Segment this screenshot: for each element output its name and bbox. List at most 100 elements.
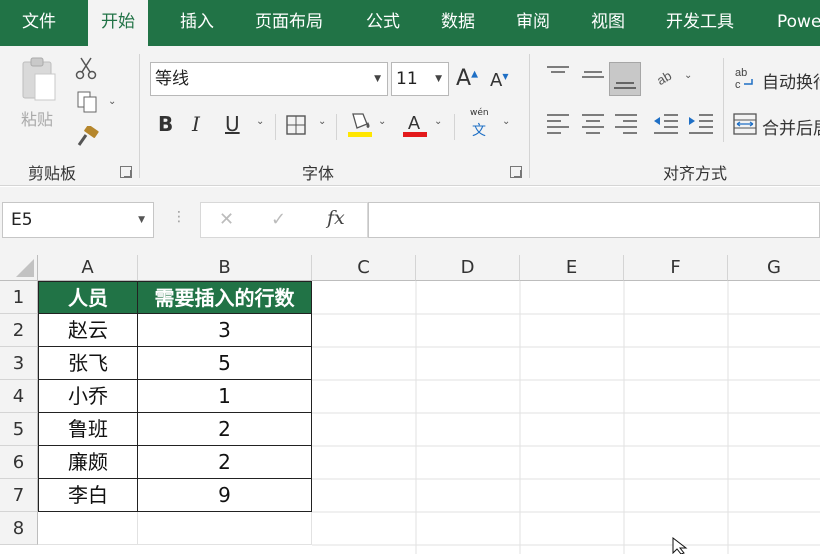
empty-cells-grid[interactable] <box>312 281 820 554</box>
svg-text:A: A <box>408 113 420 133</box>
fill-color-icon[interactable] <box>347 110 373 138</box>
phonetic-guide-icon[interactable]: 文 <box>472 120 486 140</box>
cancel-icon[interactable]: ✕ <box>219 209 234 230</box>
bold-button[interactable]: B <box>158 112 173 136</box>
table-cell[interactable]: 2 <box>138 446 312 479</box>
tab-page-layout[interactable]: 页面布局 <box>255 0 323 46</box>
column-header[interactable]: G <box>728 255 820 281</box>
phonetic-top-label: wén <box>470 108 489 118</box>
font-color-dropdown-icon[interactable]: ⌄ <box>434 116 442 127</box>
row-header[interactable]: 1 <box>0 281 38 314</box>
tab-home[interactable]: 开始 <box>88 0 148 46</box>
fill-color-dropdown-icon[interactable]: ⌄ <box>378 116 386 127</box>
formula-input[interactable] <box>368 202 820 238</box>
column-header[interactable]: F <box>624 255 728 281</box>
italic-button[interactable]: I <box>192 112 200 136</box>
align-bottom-button[interactable] <box>609 62 641 96</box>
tab-developer[interactable]: 开发工具 <box>666 0 734 46</box>
align-left-icon[interactable] <box>545 112 571 136</box>
font-launcher-icon[interactable] <box>510 166 522 178</box>
tab-review[interactable]: 审阅 <box>516 0 550 46</box>
column-header[interactable]: A <box>38 255 138 281</box>
table-cell[interactable]: 赵云 <box>38 314 138 347</box>
enter-icon[interactable]: ✓ <box>271 209 286 230</box>
chevron-down-icon: ▼ <box>435 74 442 84</box>
row-header[interactable]: 6 <box>0 446 38 479</box>
name-box-value: E5 <box>11 210 33 230</box>
format-painter-icon[interactable] <box>76 126 100 148</box>
merge-center-label[interactable]: 合并后居 <box>762 114 820 139</box>
column-header[interactable]: D <box>416 255 520 281</box>
font-name-select[interactable]: 等线 ▼ <box>150 62 388 96</box>
cell[interactable] <box>38 512 138 545</box>
orientation-icon[interactable]: ab <box>655 66 679 88</box>
column-header[interactable]: E <box>520 255 624 281</box>
tab-formulas[interactable]: 公式 <box>366 0 400 46</box>
cell[interactable] <box>138 512 312 545</box>
table-cell[interactable]: 李白 <box>38 479 138 512</box>
tab-data[interactable]: 数据 <box>441 0 475 46</box>
decrease-indent-icon[interactable] <box>652 112 680 136</box>
column-header[interactable]: B <box>138 255 312 281</box>
underline-dropdown-icon[interactable]: ⌄ <box>256 116 264 127</box>
align-right-icon[interactable] <box>613 112 639 136</box>
table-cell[interactable]: 3 <box>138 314 312 347</box>
alignment-group-label: 对齐方式 <box>663 164 728 183</box>
table-cell[interactable]: 2 <box>138 413 312 446</box>
clipboard-group-label: 剪贴板 <box>28 164 77 183</box>
insert-function-icon[interactable]: fx <box>327 207 345 229</box>
table-header-cell[interactable]: 人员 <box>38 281 138 314</box>
paste-icon[interactable] <box>20 56 58 102</box>
paste-label[interactable]: 粘贴 <box>21 106 53 130</box>
row-header[interactable]: 8 <box>0 512 38 545</box>
tab-insert[interactable]: 插入 <box>180 0 214 46</box>
font-color-icon[interactable]: A <box>402 110 428 138</box>
table-cell[interactable]: 张飞 <box>38 347 138 380</box>
font-size-select[interactable]: 11 ▼ <box>391 62 449 96</box>
tab-power[interactable]: Powe <box>777 0 820 46</box>
phonetic-dropdown-icon[interactable]: ⌄ <box>502 116 510 127</box>
underline-button[interactable]: U <box>225 112 240 136</box>
borders-dropdown-icon[interactable]: ⌄ <box>318 116 326 127</box>
align-middle-icon[interactable] <box>580 64 606 86</box>
worksheet-grid: A B C D E F G 1 2 3 4 5 6 7 8 人员 需要插入的行数 <box>0 255 820 554</box>
tab-view[interactable]: 视图 <box>591 0 625 46</box>
table-header-cell[interactable]: 需要插入的行数 <box>138 281 312 314</box>
merge-center-icon[interactable] <box>732 112 758 136</box>
row-header[interactable]: 2 <box>0 314 38 347</box>
increase-indent-icon[interactable] <box>687 112 715 136</box>
tab-file[interactable]: 文件 <box>22 0 56 46</box>
column-header[interactable]: C <box>312 255 416 281</box>
row-header[interactable]: 3 <box>0 347 38 380</box>
select-all-button[interactable] <box>0 255 38 281</box>
align-bottom-icon <box>614 82 636 89</box>
table-cell[interactable]: 小乔 <box>38 380 138 413</box>
align-top-icon[interactable] <box>545 64 571 86</box>
row-header[interactable]: 5 <box>0 413 38 446</box>
table-cell[interactable]: 廉颇 <box>38 446 138 479</box>
copy-dropdown-icon[interactable]: ⌄ <box>108 96 116 107</box>
name-box[interactable]: E5 ▼ <box>2 202 154 238</box>
row-header[interactable]: 7 <box>0 479 38 512</box>
table-cell[interactable]: 1 <box>138 380 312 413</box>
divider <box>454 114 455 140</box>
increase-font-size-icon[interactable]: A▲ <box>456 66 478 91</box>
copy-icon[interactable] <box>76 90 98 114</box>
row-header[interactable]: 4 <box>0 380 38 413</box>
cut-icon[interactable] <box>74 56 98 80</box>
formula-buttons: ✕ ✓ fx <box>200 202 368 238</box>
clipboard-launcher-icon[interactable] <box>120 166 132 178</box>
decrease-font-size-icon[interactable]: A▼ <box>490 70 508 91</box>
font-size-value: 11 <box>396 69 418 89</box>
svg-text:c: c <box>735 79 741 90</box>
wrap-text-icon[interactable]: ab c <box>734 66 758 90</box>
borders-icon[interactable] <box>285 114 307 136</box>
align-center-icon[interactable] <box>580 112 606 136</box>
table-cell[interactable]: 鲁班 <box>38 413 138 446</box>
orientation-dropdown-icon[interactable]: ⌄ <box>684 70 692 81</box>
select-all-triangle-icon <box>16 259 34 277</box>
table-cell[interactable]: 5 <box>138 347 312 380</box>
table-cell[interactable]: 9 <box>138 479 312 512</box>
divider <box>336 114 337 140</box>
wrap-text-label[interactable]: 自动换行 <box>762 68 820 93</box>
